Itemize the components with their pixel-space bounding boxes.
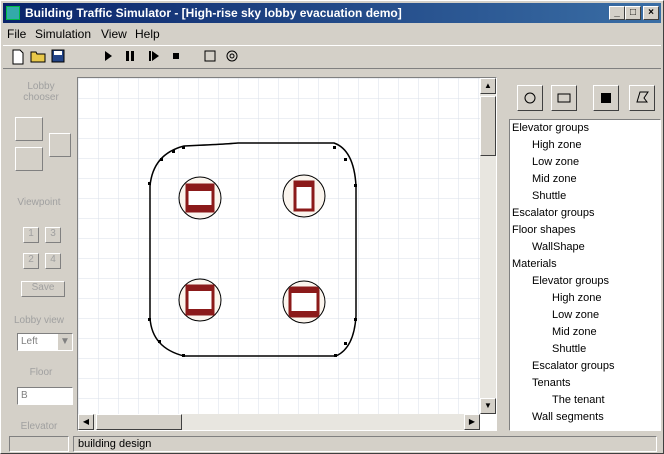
rect-tool-button[interactable] [551,85,577,111]
lobby-down-button[interactable] [15,147,43,171]
polygon-icon [636,91,649,103]
app-icon [6,6,20,20]
tree-item[interactable]: Shuttle [532,190,566,202]
stop-icon[interactable] [167,49,185,67]
toolbar [3,45,661,69]
lobby-chooser-label: Lobby chooser [23,81,59,103]
horizontal-scroll-thumb[interactable] [96,414,182,430]
tree-item[interactable]: Floor shapes [512,224,576,236]
status-bar: building design [3,435,661,453]
scroll-right-button[interactable]: ▶ [464,414,480,430]
menu-file[interactable]: File [7,27,26,41]
tree-item[interactable]: Mid zone [532,173,577,185]
view-2-button[interactable]: 2 [23,253,39,269]
filled-rectangle-icon [601,93,611,103]
open-folder-icon[interactable] [29,49,47,67]
lobby-view-label: Lobby view [13,315,65,326]
step-icon[interactable] [145,49,163,67]
elevator-low-zone[interactable] [178,278,222,322]
chevron-down-icon[interactable]: ▼ [58,334,72,350]
maximize-button[interactable]: □ [625,6,641,20]
title-bar[interactable]: Building Traffic Simulator - [High-rise … [3,3,661,23]
tree-item[interactable]: Escalator groups [512,207,595,219]
right-panel: Elevator groups High zone Low zone Mid zone… [503,77,661,433]
menu-simulation[interactable]: Simulation [35,27,91,41]
view-3-button[interactable]: 3 [45,227,61,243]
lobby-up-button[interactable] [15,117,43,141]
status-cell-empty [9,436,69,452]
scroll-down-button[interactable]: ▼ [480,398,496,414]
left-panel: Lobby chooser Viewpoint 1 3 2 4 Save Lob… [9,77,77,437]
lobby-view-select[interactable]: Left ▼ [17,333,73,351]
minimize-button[interactable]: _ [609,6,625,20]
horizontal-scrollbar[interactable]: ◀ ▶ [78,414,480,430]
elevator-shuttle[interactable] [282,280,326,324]
view-4-button[interactable]: 4 [45,253,61,269]
circle-tool-button[interactable] [517,85,543,111]
menu-view[interactable]: View [101,27,127,41]
tree-item[interactable]: Escalator groups [532,360,615,372]
elevator-high-zone[interactable] [178,176,222,220]
square-icon[interactable] [201,49,219,67]
status-text: building design [73,436,657,452]
menu-help[interactable]: Help [135,27,160,41]
circle-icon [524,92,536,104]
floor-plan [78,78,480,414]
close-button[interactable]: × [643,6,659,20]
tree-item[interactable]: High zone [552,292,602,304]
tree-item[interactable]: Tenants [532,377,571,389]
tree-item[interactable]: Elevator groups [512,122,589,134]
tree-item[interactable]: Low zone [532,156,579,168]
elevator-label: Elevator [20,421,58,432]
window-title: Building Traffic Simulator - [High-rise … [25,6,402,20]
floor-label: Floor [29,367,53,378]
tree-item[interactable]: High zone [532,139,582,151]
pause-icon[interactable] [121,49,139,67]
save-view-button[interactable]: Save [21,281,65,297]
lobby-side-button[interactable] [49,133,71,157]
spiral-icon[interactable] [223,49,241,67]
tree-item[interactable]: Low zone [552,309,599,321]
lobby-view-value: Left [21,336,38,347]
object-tree[interactable]: Elevator groups High zone Low zone Mid zone… [509,119,661,431]
scroll-up-button[interactable]: ▲ [480,78,496,94]
tree-item[interactable]: Wall segments [532,411,604,423]
tree-item[interactable]: Shuttle [552,343,586,355]
elevator-mid-zone[interactable] [282,174,326,218]
menu-bar: File Simulation View Help [3,25,661,43]
design-canvas[interactable] [78,78,480,414]
save-icon[interactable] [49,49,67,67]
design-canvas-frame: ▲ ▼ ◀ ▶ [77,77,497,431]
view-1-button[interactable]: 1 [23,227,39,243]
vertical-scrollbar[interactable]: ▲ ▼ [480,78,496,414]
app-window: Building Traffic Simulator - [High-rise … [0,0,664,454]
tree-item[interactable]: WallShape [532,241,585,253]
new-file-icon[interactable] [9,49,27,67]
tree-item[interactable]: Materials [512,258,557,270]
tree-item[interactable]: The tenant [552,394,605,406]
scroll-left-button[interactable]: ◀ [78,414,94,430]
floor-field[interactable]: B [17,387,73,405]
vertical-scroll-thumb[interactable] [480,96,496,156]
shape-toolbar [503,77,661,117]
tree-item[interactable]: Elevator groups [532,275,609,287]
rectangle-icon [557,93,571,103]
grid [78,78,480,414]
viewpoint-label: Viewpoint [17,197,61,208]
tree-item[interactable]: Mid zone [552,326,597,338]
polygon-tool-button[interactable] [629,85,655,111]
play-icon[interactable] [99,49,117,67]
filled-rect-tool-button[interactable] [593,85,619,111]
